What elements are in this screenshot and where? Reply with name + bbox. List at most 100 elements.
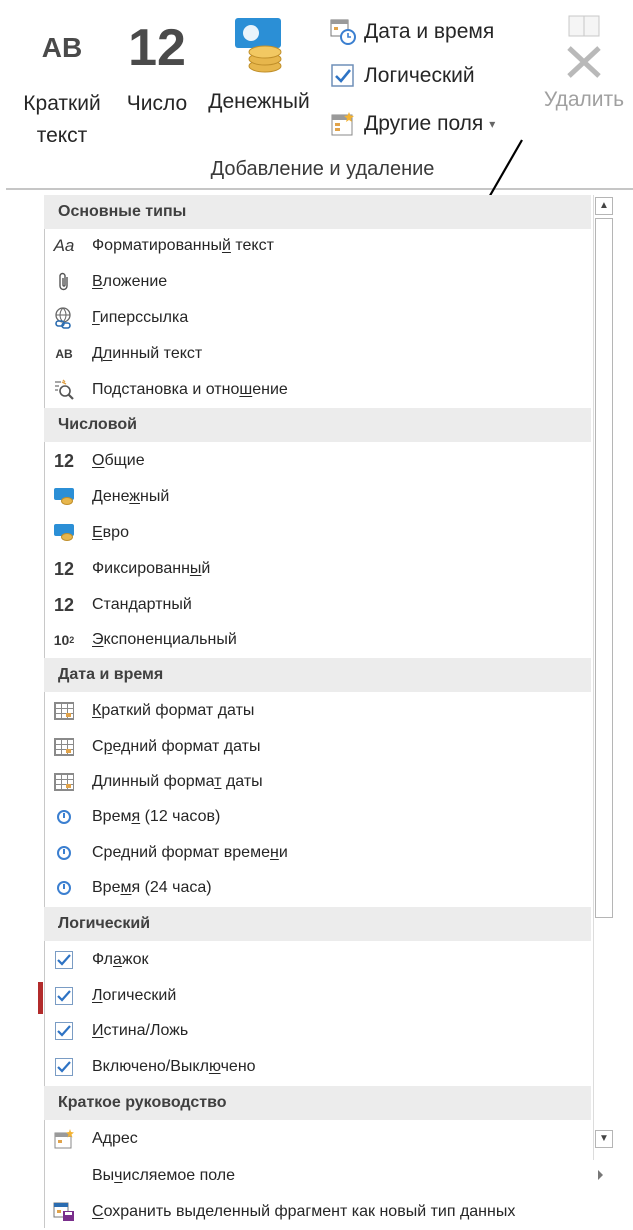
menu-item-label: Экспоненциальный (92, 631, 237, 648)
calendar-icon (50, 699, 78, 723)
long-text-icon: AB (55, 347, 73, 361)
menu-item-label: Включено/Выключено (92, 1058, 256, 1075)
scrollbar-thumb[interactable] (595, 218, 613, 918)
section-numeric: Числовой (44, 408, 591, 442)
calendar-clock-icon (330, 19, 356, 45)
scroll-up-button[interactable]: ▲ (595, 197, 613, 215)
menu-item-formatted-text[interactable]: Aa Форматированный текст (44, 228, 591, 264)
delete-button[interactable]: Удалить (536, 14, 632, 114)
short-text-label-1: Краткий (23, 92, 101, 115)
delete-label: Удалить (543, 88, 625, 111)
menu-item-lookup[interactable]: Подстановка и отношение (44, 372, 591, 408)
short-text-label-2: текст (36, 124, 88, 147)
scroll-down-button[interactable]: ▼ (595, 1130, 613, 1148)
menu-item-hyperlink[interactable]: Гиперссылка (44, 300, 591, 336)
menu-item-time-24h[interactable]: Время (24 часа) (44, 870, 591, 906)
number-icon: 12 (53, 558, 75, 579)
logical-button[interactable]: Логический (330, 56, 475, 96)
number-label: Число (126, 92, 188, 115)
background-edge-mark (38, 982, 43, 1014)
more-fields-label: Другие поля (364, 112, 484, 135)
save-data-type-icon (50, 1200, 78, 1224)
paperclip-icon (50, 270, 78, 294)
ribbon: AB Краткий текст 12 Число Денежный Дата … (0, 0, 633, 190)
menu-item-time-12h[interactable]: Время (12 часов) (44, 799, 591, 835)
section-quick-start: Краткое руководство (44, 1086, 591, 1120)
delete-icon (559, 14, 609, 80)
menu-item-label: Вычисляемое поле (92, 1167, 236, 1184)
number-icon: 12 (128, 19, 186, 77)
checkbox-icon (330, 63, 356, 89)
menu-item-label: Истина/Ложь (92, 1022, 189, 1039)
menu-item-medium-time[interactable]: Средний формат времени (44, 835, 591, 871)
menu-item-label: Краткий формат даты (92, 702, 255, 719)
hyperlink-icon (50, 306, 78, 330)
menu-item-label: Сохранить выделенный фрагмент как новый … (92, 1203, 516, 1220)
logical-label: Логический (364, 64, 475, 87)
menu-item-label: Флажок (92, 951, 149, 968)
menu-item-label: Евро (92, 524, 129, 541)
checkbox-icon (50, 1055, 78, 1079)
currency-button[interactable]: Денежный (198, 16, 320, 116)
menu-item-long-date[interactable]: Длинный формат даты (44, 764, 591, 800)
calendar-icon (50, 770, 78, 794)
menu-item-standard[interactable]: 12 Стандартный (44, 587, 591, 623)
menu-item-medium-date[interactable]: Средний формат даты (44, 729, 591, 765)
lookup-icon (50, 378, 78, 402)
clock-icon (50, 805, 78, 829)
number-icon: 12 (53, 450, 75, 471)
date-time-button[interactable]: Дата и время (330, 12, 494, 52)
menu-item-address[interactable]: Адрес (44, 1121, 591, 1157)
ribbon-divider (6, 188, 633, 190)
currency-icon (231, 16, 287, 76)
menu-item-label: Форматированный текст (92, 237, 274, 254)
menu-item-label: Средний формат даты (92, 738, 261, 755)
more-fields-icon (330, 111, 356, 137)
menu-item-euro[interactable]: Евро (44, 515, 591, 551)
currency-icon (50, 485, 78, 509)
menu-item-label: Время (24 часа) (92, 879, 212, 896)
menu-item-calculated-field[interactable]: Вычисляемое поле (44, 1158, 614, 1194)
menu-item-short-date[interactable]: Краткий формат даты (44, 693, 591, 729)
checkbox-icon (50, 948, 78, 972)
menu-item-label: Фиксированный (92, 560, 211, 577)
short-text-icon: AB (41, 32, 83, 63)
menu-item-true-false[interactable]: Истина/Ложь (44, 1013, 591, 1049)
short-text-button[interactable]: AB Краткий текст (10, 24, 114, 150)
menu-item-label: Логический (92, 987, 177, 1004)
formatted-text-icon: Aa (53, 236, 75, 255)
menu-item-label: Длинный формат даты (92, 773, 263, 790)
menu-item-save-as-data-type[interactable]: Сохранить выделенный фрагмент как новый … (44, 1194, 614, 1230)
date-time-label: Дата и время (364, 20, 495, 43)
menu-item-label: Вложение (92, 273, 168, 290)
euro-icon (50, 521, 78, 545)
menu-item-label: Стандартный (92, 596, 192, 613)
menu-item-fixed[interactable]: 12 Фиксированный (44, 551, 591, 587)
menu-item-label: Подстановка и отношение (92, 381, 288, 398)
section-logical: Логический (44, 907, 591, 941)
scientific-icon: 10 2 (53, 632, 75, 648)
number-icon: 12 (53, 594, 75, 615)
currency-label: Денежный (208, 90, 310, 113)
clock-icon (50, 876, 78, 900)
menu-item-yes-no[interactable]: Логический (44, 978, 591, 1014)
menu-item-label: Средний формат времени (92, 844, 288, 861)
menu-item-scientific[interactable]: 10 2 Экспоненциальный (44, 622, 591, 658)
address-icon (50, 1127, 78, 1151)
menu-item-label: Длинный текст (92, 345, 203, 362)
submenu-arrow-icon (598, 1170, 603, 1180)
menu-item-label: Адрес (92, 1130, 138, 1147)
number-button[interactable]: 12 Число (116, 22, 198, 118)
menu-item-on-off[interactable]: Включено/Выключено (44, 1049, 591, 1085)
menu-item-general-number[interactable]: 12 Общие (44, 443, 591, 479)
checkbox-icon (50, 1019, 78, 1043)
section-date-time: Дата и время (44, 658, 591, 692)
menu-item-currency[interactable]: Денежный (44, 479, 591, 515)
menu-item-checkbox[interactable]: Флажок (44, 942, 591, 978)
group-title: Добавление и удаление (210, 158, 435, 180)
checkbox-icon (50, 984, 78, 1008)
calendar-icon (50, 735, 78, 759)
menu-item-attachment[interactable]: Вложение (44, 264, 591, 300)
chevron-down-icon: ▾ (489, 117, 496, 131)
menu-item-long-text[interactable]: AB Длинный текст (44, 336, 591, 372)
